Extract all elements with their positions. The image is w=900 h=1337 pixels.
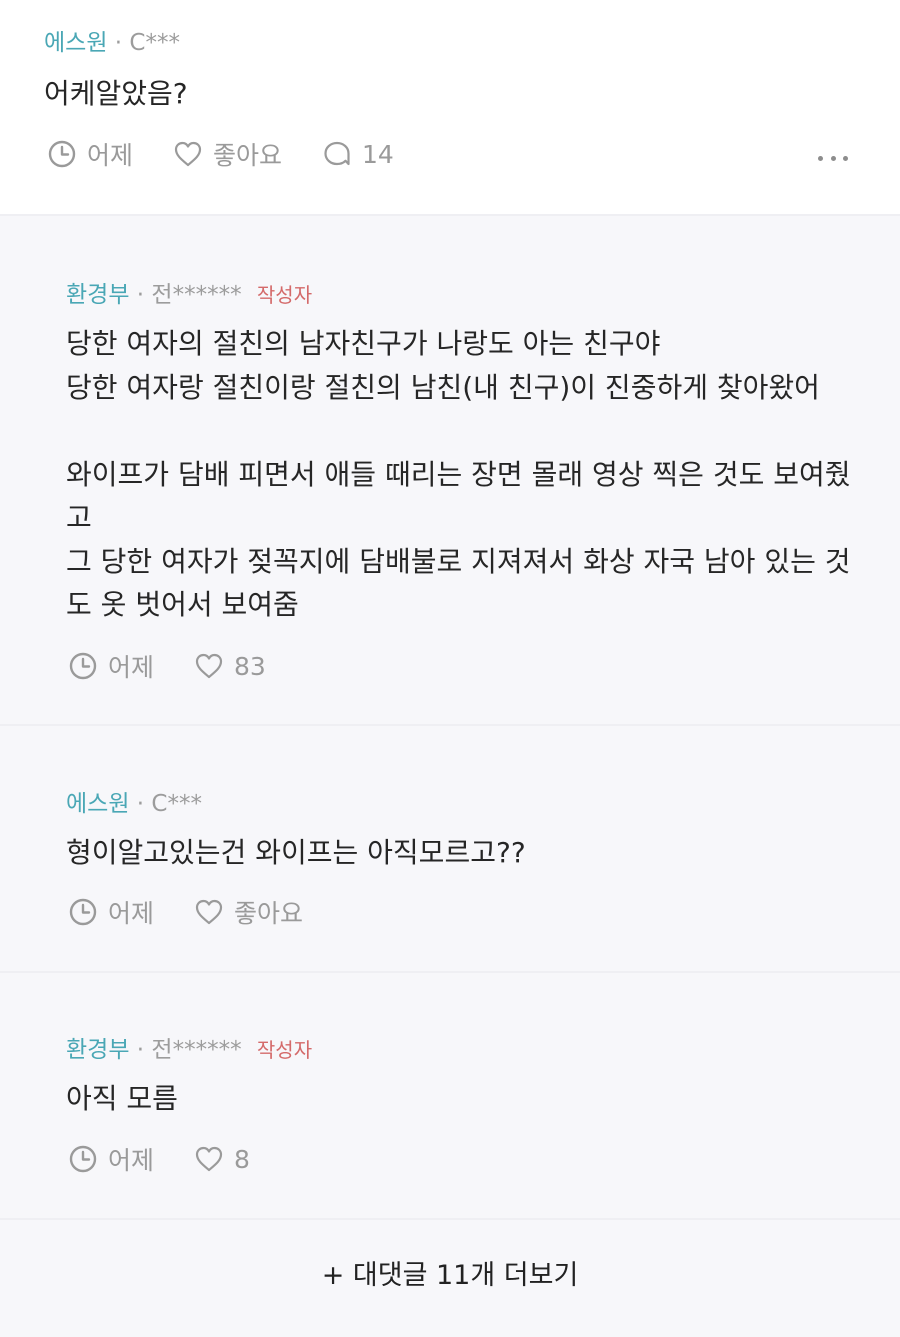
like-button[interactable]: 좋아요: [173, 136, 282, 172]
author-badge: 작성자: [256, 1038, 313, 1062]
like-button[interactable]: 좋아요: [194, 894, 303, 930]
heart-icon: [174, 141, 202, 167]
meta-separator: ·: [136, 282, 145, 308]
heart-icon: [195, 1146, 223, 1172]
heart-icon: [195, 899, 223, 925]
user-id: C***: [151, 791, 202, 817]
reply-meta: 환경부 · 전****** 작성자: [66, 1036, 312, 1064]
more-dots-icon[interactable]: [818, 143, 848, 173]
timestamp: 어제: [68, 894, 154, 930]
timestamp-label: 어제: [87, 141, 134, 170]
timestamp-label: 어제: [108, 899, 155, 928]
user-id: C***: [129, 30, 180, 56]
reply-meta: 환경부 · 전****** 작성자: [66, 281, 312, 309]
reply: 환경부 · 전****** 작성자 아직 모름 어제 8: [0, 971, 900, 1218]
timestamp: 어제: [68, 1141, 154, 1177]
reply-text: 형이알고있는건 와이프는 아직모르고??: [66, 836, 526, 869]
like-button[interactable]: 83: [194, 651, 266, 681]
heart-icon: [195, 653, 223, 679]
nickname[interactable]: 환경부: [66, 1037, 129, 1063]
clock-icon: [69, 1145, 97, 1173]
timestamp-label: 어제: [108, 653, 155, 682]
comment-actions: 어제 좋아요 14: [47, 136, 434, 172]
reply-count: 14: [362, 139, 394, 169]
like-count: 8: [234, 1144, 250, 1174]
comment-text: 어케알았음?: [44, 77, 188, 110]
user-id: 전******: [151, 282, 242, 308]
like-button[interactable]: 8: [194, 1144, 250, 1174]
meta-separator: ·: [136, 791, 145, 817]
load-more-replies-button[interactable]: + 대댓글 11개 더보기: [0, 1218, 900, 1337]
reply-text: 아직 모름: [66, 1082, 178, 1115]
speech-bubble-icon: [324, 141, 350, 166]
like-count: 83: [234, 651, 266, 681]
comment: 에스원 · C*** 어케알았음? 어제 좋아요 14: [0, 0, 900, 214]
timestamp: 어제: [47, 136, 133, 172]
meta-separator: ·: [114, 30, 123, 56]
like-label: 좋아요: [234, 899, 304, 928]
load-more-label: + 대댓글 11개 더보기: [321, 1260, 579, 1291]
reply-count-button[interactable]: 14: [322, 139, 394, 169]
clock-icon: [69, 898, 97, 926]
reply-text: 당한 여자의 절친의 남자친구가 나랑도 아는 친구야 당한 여자랑 절친이랑 …: [66, 327, 851, 621]
nickname[interactable]: 환경부: [66, 282, 129, 308]
like-label: 좋아요: [213, 141, 283, 170]
reply: 환경부 · 전****** 작성자 당한 여자의 절친의 남자친구가 나랑도 아…: [0, 214, 900, 724]
reply-meta: 에스원 · C***: [66, 790, 202, 818]
nickname[interactable]: 에스원: [44, 30, 107, 56]
user-id: 전******: [151, 1037, 242, 1063]
reply: 에스원 · C*** 형이알고있는건 와이프는 아직모르고?? 어제 좋아요: [0, 724, 900, 971]
reply-actions: 어제 8: [68, 1141, 290, 1177]
reply-actions: 어제 좋아요: [68, 894, 343, 930]
reply-actions: 어제 83: [68, 648, 306, 684]
author-badge: 작성자: [256, 283, 313, 307]
timestamp: 어제: [68, 648, 154, 684]
comment-meta: 에스원 · C***: [44, 29, 180, 57]
clock-icon: [48, 140, 76, 168]
meta-separator: ·: [136, 1037, 145, 1063]
clock-icon: [69, 652, 97, 680]
timestamp-label: 어제: [108, 1146, 155, 1175]
nickname[interactable]: 에스원: [66, 791, 129, 817]
